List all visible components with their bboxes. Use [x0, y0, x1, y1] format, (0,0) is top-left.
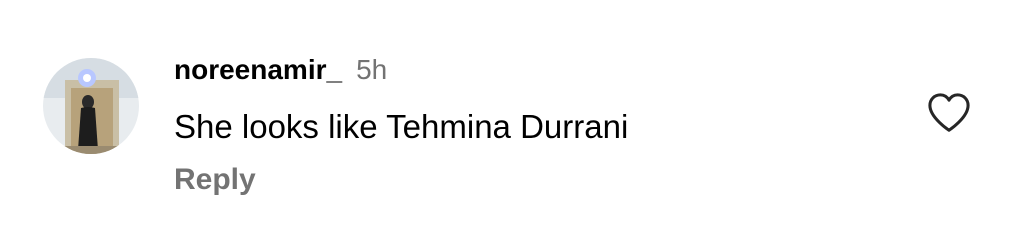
username-link[interactable]: noreenamir_: [174, 54, 342, 86]
comment-text: She looks like Tehmina Durrani: [174, 108, 629, 145]
reply-button[interactable]: Reply: [174, 163, 256, 197]
avatar[interactable]: [43, 58, 139, 154]
timestamp: 5h: [356, 54, 388, 85]
avatar-photo-icon: [43, 58, 139, 154]
comment-item: noreenamir_ 5h She looks like Tehmina Du…: [0, 0, 1024, 248]
comment-header: noreenamir_ 5h: [174, 54, 387, 90]
like-button[interactable]: [926, 92, 972, 134]
heart-outline-icon: [928, 93, 970, 132]
